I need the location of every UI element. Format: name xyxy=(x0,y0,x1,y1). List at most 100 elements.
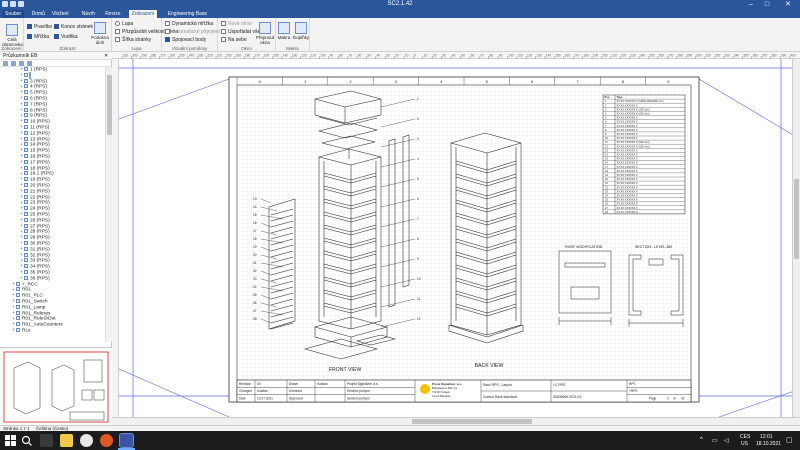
tab-2[interactable]: Vložení xyxy=(49,10,72,18)
callout-number: 19 xyxy=(253,245,257,249)
tb-location-1: RPS xyxy=(629,382,636,386)
page-icon xyxy=(24,136,28,141)
ruler-label: 140 xyxy=(283,54,289,58)
ruler-label: 220 xyxy=(207,54,213,58)
ruler-label: 250 xyxy=(649,54,655,58)
clock-time[interactable]: 12:01 xyxy=(760,434,773,440)
input-language-top[interactable]: CES xyxy=(740,434,750,440)
callout-number: 8 xyxy=(417,237,419,241)
vertical-scrollbar[interactable] xyxy=(792,59,800,417)
filter-icon[interactable] xyxy=(19,61,24,66)
tree-item-label: 19 (RPS) xyxy=(30,177,50,183)
horizontal-scrollbar[interactable] xyxy=(112,417,800,425)
tree-item-label: 12 (RPS) xyxy=(30,131,50,137)
drawing-canvas[interactable]: 0123456789 13 14 15 16 17 18 19 20 21 22 23 24 xyxy=(119,59,800,417)
fullscreen-button[interactable]: Celá obrazovka xyxy=(2,22,23,47)
callout-number: 28 xyxy=(253,317,257,321)
ruler-label: 290 xyxy=(142,54,148,58)
zoom-button[interactable]: Lupa xyxy=(115,21,133,27)
ruler-label: 30 xyxy=(386,54,390,58)
grid-checkbox[interactable]: Mřížka xyxy=(27,34,49,40)
table-header: Pos. xyxy=(605,95,611,99)
refresh-icon[interactable] xyxy=(27,61,32,66)
ribbon-group-okno: Nové okno Uspořádat vše Na sebe Přepnout… xyxy=(218,18,276,52)
ruler-label: 290 xyxy=(687,54,693,58)
tb-company-1: Prosa Signalizer, a.s. xyxy=(432,382,462,386)
tb-project-1: Projekt Signalizer, a.s. xyxy=(347,382,379,386)
page-icon xyxy=(24,119,28,124)
page-thumbnail[interactable] xyxy=(0,347,112,425)
tree-item-label: R01 xyxy=(22,287,31,293)
task-view-icon[interactable] xyxy=(40,434,53,447)
ruler-checkbox[interactable]: Pravítko xyxy=(27,24,52,30)
input-language-bottom[interactable]: US xyxy=(741,441,748,447)
tree-item-label: 6 (RPS) xyxy=(30,96,48,102)
tb-date-label: Date xyxy=(239,397,246,401)
tab-3[interactable]: Návrh xyxy=(79,10,98,18)
page-icon xyxy=(24,264,28,269)
auto-connect-checkbox[interactable]: Automatické připojení xyxy=(165,29,220,35)
tree-item-label: 11 (RPS) xyxy=(30,125,50,131)
volume-icon[interactable]: ◁ xyxy=(724,437,729,444)
ribbon-group-makra: Makra Doplňky Makra xyxy=(276,18,310,52)
ruler-label: 230 xyxy=(198,54,204,58)
notification-icon[interactable]: ▢ xyxy=(786,436,793,444)
ruler-label: 0 xyxy=(414,54,416,58)
callout-number: 7 xyxy=(417,217,419,221)
ruler-label: 60 xyxy=(358,54,362,58)
tree-item-label: 10 (RPS) xyxy=(30,119,50,125)
tree-scrollbar[interactable] xyxy=(105,67,112,342)
clock-date[interactable]: 18.10.2021 xyxy=(756,441,781,447)
dynamic-grid-checkbox[interactable]: Dynamická mřížka xyxy=(165,21,213,27)
file-explorer-icon[interactable] xyxy=(60,434,73,447)
page-icon xyxy=(24,229,28,234)
close-button[interactable]: ✕ xyxy=(776,0,800,9)
page-icon xyxy=(24,113,28,118)
tab-0[interactable]: Soubor xyxy=(2,10,25,18)
tree-item-label: 32 (RPS) xyxy=(30,252,50,258)
tray-chevron-icon[interactable]: ^ xyxy=(700,437,703,443)
roof-modification-title: ROOF MODIFICATION xyxy=(565,245,603,249)
cascade-button[interactable]: Na sebe xyxy=(221,37,247,43)
macros-button[interactable]: Makra xyxy=(276,20,292,40)
visio-icon[interactable] xyxy=(119,433,134,448)
tb-drawn-value: Kostlan xyxy=(317,382,328,386)
task-panes-button[interactable]: Podokna úloh xyxy=(90,20,110,45)
tb-page-value: 2 xyxy=(667,397,669,401)
ruler-label: 80 xyxy=(489,54,493,58)
back-icon[interactable] xyxy=(3,61,8,66)
connection-points-checkbox[interactable]: Spojovací body xyxy=(165,37,206,43)
ruler-label: 50 xyxy=(367,54,371,58)
addins-icon xyxy=(295,22,307,34)
windows-start-icon[interactable] xyxy=(4,434,17,447)
tab-4[interactable]: Revize xyxy=(102,10,123,18)
tree-item[interactable]: + RLs xyxy=(12,328,31,334)
forward-icon[interactable] xyxy=(11,61,16,66)
table-cell: XX.XX.XXXXXX.X xyxy=(617,189,638,193)
search-icon[interactable] xyxy=(20,434,33,447)
page-icon xyxy=(16,304,20,309)
tab-6[interactable]: Engineering Base xyxy=(165,10,210,18)
switch-windows-button[interactable]: Přepnout okna xyxy=(255,20,275,45)
new-window-button[interactable]: Nové okno xyxy=(221,21,252,27)
page-icon xyxy=(24,223,28,228)
callout-number: 20 xyxy=(253,253,257,257)
maximize-button[interactable]: □ xyxy=(760,0,774,9)
table-cell: XX.XX.XXXXXX.X xyxy=(617,153,638,157)
ruler-label: 150 xyxy=(555,54,561,58)
network-icon[interactable]: ▭ xyxy=(712,437,718,444)
tb-pages-of: of xyxy=(673,397,676,401)
tb-company-2: Bohuslavova 368 / 12 xyxy=(432,386,458,390)
page-width-button[interactable]: Šířka stránky xyxy=(115,37,151,43)
guides-checkbox[interactable]: Vodítka xyxy=(54,34,78,40)
tab-1[interactable]: Domů xyxy=(29,10,48,18)
page-breaks-checkbox[interactable]: Konce stránek xyxy=(54,24,93,30)
firefox-icon[interactable] xyxy=(100,434,113,447)
minimize-button[interactable]: – xyxy=(744,0,758,9)
close-panel-icon[interactable]: ✕ xyxy=(104,53,108,59)
tree-item-label: 27 (RPS) xyxy=(30,223,50,229)
addins-button[interactable]: Doplňky xyxy=(292,20,310,40)
chrome-icon[interactable] xyxy=(80,434,93,447)
callout-number: 2 xyxy=(417,117,419,121)
tab-5[interactable]: Zobrazení xyxy=(128,10,158,18)
